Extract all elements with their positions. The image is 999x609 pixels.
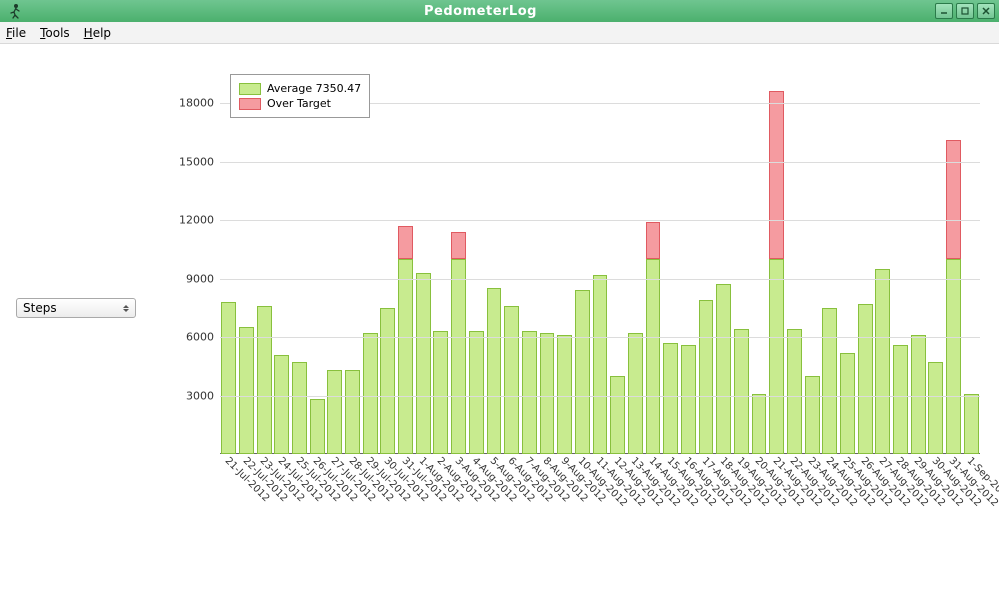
bar bbox=[822, 308, 837, 454]
metric-select[interactable]: Steps bbox=[16, 298, 136, 318]
walker-icon bbox=[4, 0, 26, 22]
bar bbox=[858, 304, 873, 454]
bar bbox=[663, 343, 678, 454]
maximize-button[interactable] bbox=[956, 3, 974, 19]
y-tick-label: 6000 bbox=[186, 331, 214, 344]
chevron-updown-icon bbox=[121, 301, 131, 315]
bar bbox=[628, 333, 643, 454]
legend-swatch-over bbox=[239, 98, 261, 110]
bar bbox=[787, 329, 802, 454]
bar bbox=[575, 290, 590, 454]
menu-help[interactable]: Help bbox=[84, 26, 111, 40]
y-tick-label: 18000 bbox=[179, 97, 214, 110]
bar bbox=[310, 399, 325, 454]
menu-file[interactable]: File bbox=[6, 26, 26, 40]
bar bbox=[840, 353, 855, 454]
menubar: File Tools Help bbox=[0, 22, 999, 44]
bar bbox=[964, 394, 979, 454]
bar bbox=[469, 331, 484, 454]
bar bbox=[593, 275, 608, 454]
bar bbox=[699, 300, 714, 454]
bar bbox=[928, 362, 943, 454]
bar bbox=[433, 331, 448, 454]
bar bbox=[752, 394, 767, 454]
bar bbox=[274, 355, 289, 454]
bar bbox=[540, 333, 555, 454]
bar bbox=[610, 376, 625, 454]
chart-plot-area: 21-Jul-201222-Jul-201223-Jul-201224-Jul-… bbox=[220, 64, 980, 454]
bar bbox=[398, 226, 413, 454]
bar bbox=[875, 269, 890, 454]
y-tick-label: 9000 bbox=[186, 272, 214, 285]
bar bbox=[363, 333, 378, 454]
bar bbox=[681, 345, 696, 454]
bar bbox=[522, 331, 537, 454]
bar bbox=[345, 370, 360, 454]
chart: 21-Jul-201222-Jul-201223-Jul-201224-Jul-… bbox=[160, 54, 990, 594]
y-tick-label: 15000 bbox=[179, 155, 214, 168]
bar bbox=[239, 327, 254, 454]
bar bbox=[946, 140, 961, 454]
y-tick-label: 3000 bbox=[186, 389, 214, 402]
titlebar: PedometerLog bbox=[0, 0, 999, 22]
bar bbox=[416, 273, 431, 454]
bar bbox=[716, 284, 731, 454]
bar bbox=[487, 288, 502, 454]
legend-swatch-average bbox=[239, 83, 261, 95]
legend-over-label: Over Target bbox=[267, 97, 331, 110]
bar bbox=[292, 362, 307, 454]
bar bbox=[451, 232, 466, 454]
metric-select-value: Steps bbox=[23, 301, 57, 315]
legend-avg-label: Average 7350.47 bbox=[267, 82, 361, 95]
y-tick-label: 12000 bbox=[179, 214, 214, 227]
bar bbox=[769, 91, 784, 454]
bar bbox=[380, 308, 395, 454]
bar bbox=[257, 306, 272, 454]
chart-legend: Average 7350.47 Over Target bbox=[230, 74, 370, 118]
window-title: PedometerLog bbox=[26, 4, 935, 19]
minimize-button[interactable] bbox=[935, 3, 953, 19]
bar bbox=[893, 345, 908, 454]
close-button[interactable] bbox=[977, 3, 995, 19]
bar bbox=[734, 329, 749, 454]
bar bbox=[221, 302, 236, 454]
menu-tools[interactable]: Tools bbox=[40, 26, 70, 40]
bar bbox=[327, 370, 342, 454]
bar bbox=[805, 376, 820, 454]
bar bbox=[504, 306, 519, 454]
